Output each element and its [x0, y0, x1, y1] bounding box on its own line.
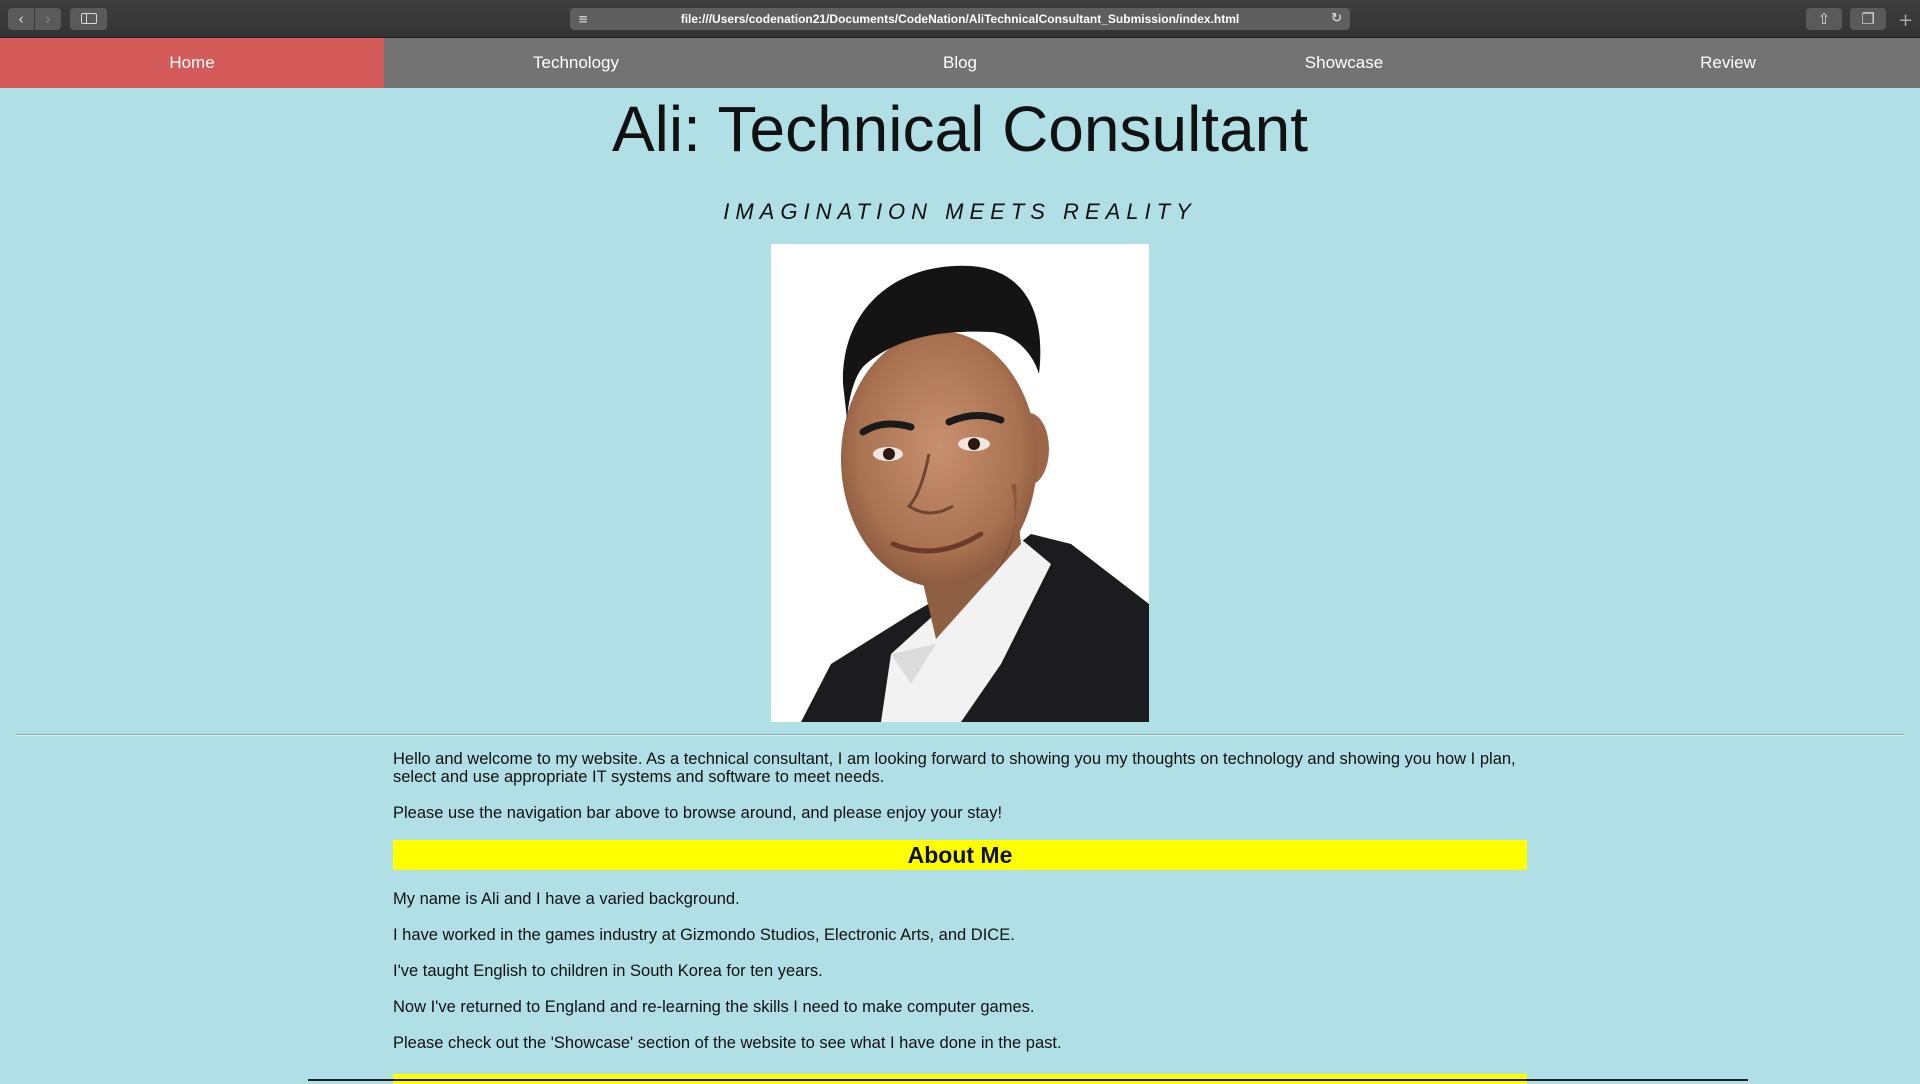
forward-button[interactable]: ›	[35, 8, 61, 30]
share-icon: ⇧	[1817, 10, 1831, 28]
address-bar[interactable]: ≡ file:///Users/codenation21/Documents/C…	[570, 8, 1350, 30]
reader-icon[interactable]: ≡	[578, 8, 588, 30]
about-paragraph: Please check out the 'Showcase' section …	[393, 1034, 1062, 1052]
intro-paragraph-1: Hello and welcome to my website. As a te…	[393, 750, 1516, 786]
about-paragraph: Now I've returned to England and re-lear…	[393, 998, 1035, 1016]
horizontal-divider	[16, 734, 1904, 736]
about-paragraph: I have worked in the games industry at G…	[393, 926, 1015, 944]
main-content: Hello and welcome to my website. As a te…	[393, 750, 1527, 1070]
forward-icon: ›	[45, 10, 51, 28]
reload-icon[interactable]: ↻	[1331, 8, 1342, 30]
back-icon: ‹	[18, 10, 24, 28]
about-paragraph: I've taught English to children in South…	[393, 962, 823, 980]
tagline: IMAGINATION MEETS REALITY	[723, 199, 1197, 224]
url-text: file:///Users/codenation21/Documents/Cod…	[680, 12, 1240, 26]
page-title: Ali: Technical Consultant	[611, 93, 1309, 165]
profile-photo	[771, 244, 1149, 722]
nav-review[interactable]: Review	[1536, 38, 1920, 88]
intro-paragraph-2: Please use the navigation bar above to b…	[393, 804, 1003, 822]
about-me-heading: About Me	[393, 840, 1527, 870]
browser-toolbar: ‹ › ≡ file:///Users/codenation21/Documen…	[0, 0, 1920, 38]
new-tab-icon[interactable]: +	[1898, 10, 1913, 31]
nav-home[interactable]: Home	[0, 38, 384, 88]
nav-showcase[interactable]: Showcase	[1152, 38, 1536, 88]
tabs-overview-button[interactable]: ❐	[1850, 8, 1886, 30]
tabs-icon: ❐	[1861, 10, 1875, 28]
site-nav: Home Technology Blog Showcase Review	[0, 38, 1920, 88]
share-button[interactable]: ⇧	[1806, 8, 1842, 30]
sidebar-icon	[80, 13, 97, 24]
about-paragraph: My name is Ali and I have a varied backg…	[393, 890, 740, 908]
nav-blog[interactable]: Blog	[768, 38, 1152, 88]
sidebar-toggle-button[interactable]	[70, 8, 107, 30]
nav-technology[interactable]: Technology	[384, 38, 768, 88]
back-button[interactable]: ‹	[8, 8, 34, 30]
